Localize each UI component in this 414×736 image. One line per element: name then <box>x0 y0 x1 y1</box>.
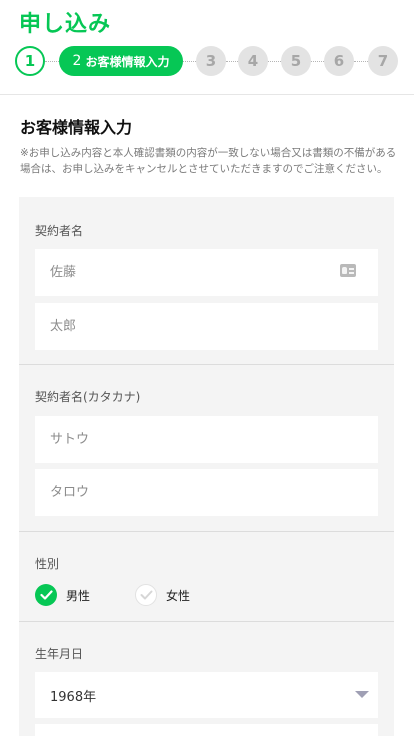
field-divider <box>19 621 394 622</box>
step-connector <box>183 61 196 62</box>
gender-option-label: 女性 <box>166 588 191 603</box>
contractor-kana-label: 契約者名(カタカナ) <box>35 390 141 404</box>
header-divider <box>0 94 414 95</box>
step-connector <box>45 61 59 62</box>
step-connector <box>354 61 368 62</box>
check-icon <box>35 584 57 606</box>
check-icon <box>135 584 157 606</box>
step-7: 7 <box>368 46 398 76</box>
gender-option-female[interactable]: 女性 <box>135 584 190 606</box>
field-divider <box>19 364 394 365</box>
gender-option-label: 男性 <box>66 588 91 603</box>
step-3: 3 <box>196 46 226 76</box>
step-connector <box>268 61 281 62</box>
birth-month-select[interactable] <box>35 724 378 736</box>
step-4: 4 <box>238 46 268 76</box>
gender-option-male[interactable]: 男性 <box>35 584 90 606</box>
gender-label: 性別 <box>35 557 60 571</box>
page-title: 申し込み <box>19 12 112 37</box>
first-name-kana-input[interactable] <box>35 469 378 516</box>
step-2-number: 2 <box>72 53 82 69</box>
birth-year-select[interactable]: 1968年 <box>35 672 378 718</box>
step-connector <box>226 61 238 62</box>
last-name-input[interactable] <box>35 249 378 296</box>
field-divider <box>19 531 394 532</box>
chevron-down-icon <box>355 691 369 698</box>
birth-year-value: 1968年 <box>50 689 97 705</box>
step-2-label: お客様情報入力 <box>85 54 170 69</box>
first-name-input[interactable] <box>35 303 378 350</box>
step-5: 5 <box>281 46 311 76</box>
application-page: 申し込み 1 2 お客様情報入力 3 4 5 6 7 お客様情報入力 ※お申し込… <box>0 0 414 736</box>
step-6: 6 <box>324 46 354 76</box>
id-card-icon[interactable] <box>340 264 356 277</box>
customer-form: 契約者名 契約者名(カタカナ) 性別 男性 女性 生年月日 <box>19 197 394 736</box>
step-connector <box>311 61 324 62</box>
last-name-kana-input[interactable] <box>35 416 378 463</box>
contractor-name-label: 契約者名 <box>35 224 84 238</box>
step-2-current: 2 お客様情報入力 <box>59 46 183 76</box>
cancellation-notice: ※お申し込み内容と本人確認書類の内容が一致しない場合又は書類の不備がある場合は、… <box>20 147 397 175</box>
progress-stepper: 1 2 お客様情報入力 3 4 5 6 7 <box>0 46 414 78</box>
step-1[interactable]: 1 <box>15 46 45 76</box>
birthdate-label: 生年月日 <box>35 647 84 661</box>
section-title: お客様情報入力 <box>20 118 133 137</box>
